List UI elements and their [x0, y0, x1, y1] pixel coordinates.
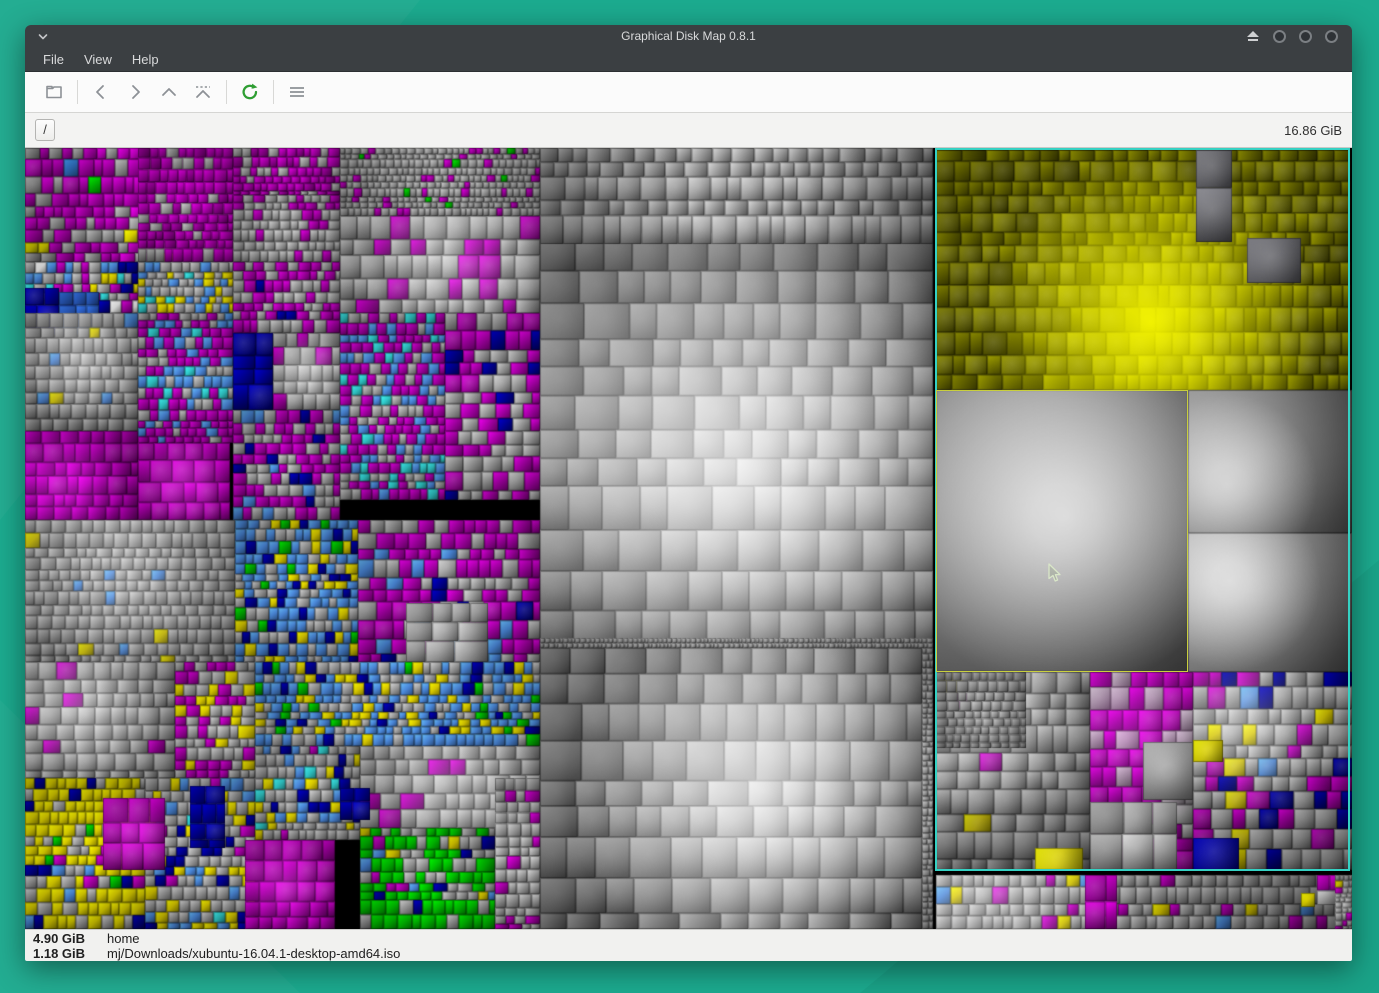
close-button[interactable] — [1325, 30, 1338, 43]
go-up-button[interactable] — [152, 77, 186, 107]
open-folder-button[interactable] — [37, 77, 71, 107]
status-path: home — [107, 931, 140, 946]
total-size-label: 16.86 GiB — [1284, 122, 1342, 138]
status-size: 4.90 GiB — [33, 931, 86, 946]
path-root-button[interactable]: / — [35, 119, 55, 141]
statusbar: 4.90 GiB home 1.18 GiB mj/Downloads/xubu… — [25, 929, 1352, 961]
shade-button[interactable] — [1246, 31, 1260, 42]
status-path: mj/Downloads/xubuntu-16.04.1-desktop-amd… — [107, 946, 401, 961]
treemap-canvas[interactable] — [25, 148, 1352, 929]
go-back-button[interactable] — [84, 77, 118, 107]
menu-file[interactable]: File — [33, 48, 74, 71]
go-top-button[interactable] — [186, 77, 220, 107]
status-size: 1.18 GiB — [33, 946, 86, 961]
treemap-area[interactable] — [25, 148, 1352, 929]
pathbar: / 16.86 GiB — [25, 113, 1352, 148]
toolbar-separator — [77, 80, 78, 104]
toolbar-separator — [226, 80, 227, 104]
toolbar — [25, 72, 1352, 113]
menubar: File View Help — [25, 48, 1352, 72]
status-row: 4.90 GiB home — [33, 931, 1344, 946]
gdmap-window: Graphical Disk Map 0.8.1 File View Help — [25, 25, 1352, 961]
window-title: Graphical Disk Map 0.8.1 — [621, 29, 756, 43]
menu-button[interactable] — [280, 77, 314, 107]
status-row: 1.18 GiB mj/Downloads/xubuntu-16.04.1-de… — [33, 946, 1344, 961]
menu-view[interactable]: View — [74, 48, 122, 71]
reload-button[interactable] — [233, 77, 267, 107]
toolbar-separator — [273, 80, 274, 104]
menu-help[interactable]: Help — [122, 48, 169, 71]
go-forward-button[interactable] — [118, 77, 152, 107]
maximize-button[interactable] — [1299, 30, 1312, 43]
titlebar[interactable]: Graphical Disk Map 0.8.1 — [25, 25, 1352, 48]
minimize-button[interactable] — [1273, 30, 1286, 43]
